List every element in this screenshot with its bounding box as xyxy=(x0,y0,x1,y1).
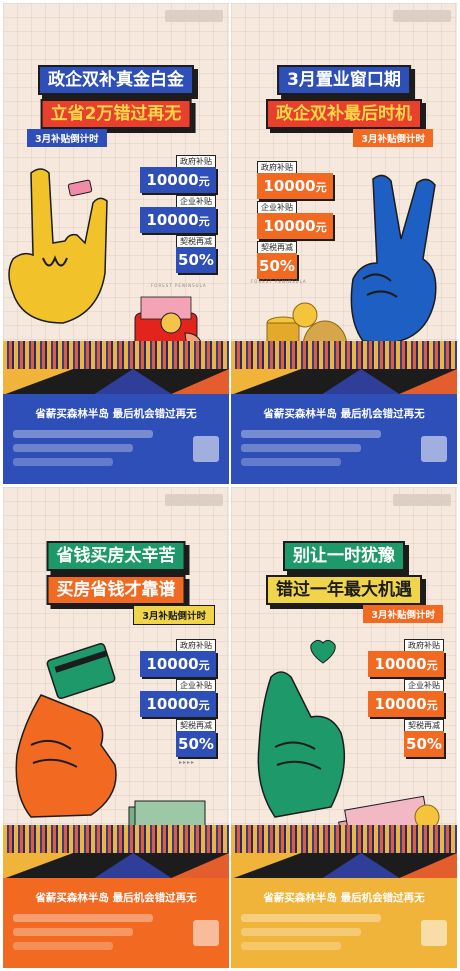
tax-discount: 契税再减 50% xyxy=(140,719,216,759)
corp-subsidy: 企业补贴 10000元 xyxy=(368,679,444,719)
amount-value: 50% xyxy=(176,247,216,273)
decor-band xyxy=(231,369,457,395)
headline-secondary: 立省2万错过再无 xyxy=(40,99,192,129)
headline-secondary: 错过一年最大机遇 xyxy=(266,575,422,605)
decor-stripe xyxy=(231,825,457,853)
headline-primary: 别让一时犹豫 xyxy=(283,541,405,571)
corp-subsidy: 企业补贴 10000元 xyxy=(257,201,333,241)
qr-code xyxy=(193,436,219,462)
footer: 省薪买森林半岛 最后机会错过再无 xyxy=(231,394,457,484)
footer: 省薪买森林半岛 最后机会错过再无 xyxy=(3,394,229,484)
countdown-subtitle: 3月补贴倒计时 xyxy=(353,129,433,147)
qr-code xyxy=(193,920,219,946)
decor-stripe xyxy=(231,341,457,369)
footer-tagline: 省薪买森林半岛 最后机会错过再无 xyxy=(35,408,197,420)
qr-code xyxy=(421,920,447,946)
decor-band xyxy=(231,853,457,879)
gov-subsidy: 政府补贴 10000元 xyxy=(140,639,216,679)
amount-value: 10000元 xyxy=(140,207,216,233)
logo xyxy=(393,494,451,506)
decor-stripe xyxy=(3,825,229,853)
tax-discount: 契税再减 50% xyxy=(368,719,444,759)
decor-stripe xyxy=(3,341,229,369)
corp-subsidy: 企业补贴 10000元 xyxy=(140,195,216,235)
footer: 省薪买森林半岛 最后机会错过再无 xyxy=(231,878,457,968)
tax-discount: 契税再减 50% xyxy=(140,235,216,275)
logo xyxy=(165,494,223,506)
cash-icon xyxy=(67,179,93,197)
headline-primary: 3月置业窗口期 xyxy=(277,65,411,95)
gov-subsidy: 政府补贴 10000元 xyxy=(140,155,216,195)
footer-tagline: 省薪买森林半岛 最后机会错过再无 xyxy=(35,892,197,904)
footer-tagline: 省薪买森林半岛 最后机会错过再无 xyxy=(263,892,425,904)
footer: 省薪买森林半岛 最后机会错过再无 xyxy=(3,878,229,968)
poster-3: 省钱买房太辛苦 买房省钱才靠谱 3月补贴倒计时 政府补贴 10000元 企业补贴… xyxy=(3,487,229,968)
tax-discount: 契税再减 50% xyxy=(257,241,333,281)
countdown-subtitle: 3月补贴倒计时 xyxy=(27,129,107,147)
countdown-subtitle: 3月补贴倒计时 xyxy=(133,605,215,625)
brand-small: FOREST PENINSULA xyxy=(251,279,307,284)
corp-subsidy: 企业补贴 10000元 xyxy=(140,679,216,719)
footer-tagline: 省薪买森林半岛 最后机会错过再无 xyxy=(263,408,425,420)
headline-primary: 省钱买房太辛苦 xyxy=(46,541,186,571)
gov-subsidy: 政府补贴 10000元 xyxy=(257,161,333,201)
decor-band xyxy=(3,853,229,879)
poster-2: 3月置业窗口期 政企双补最后时机 3月补贴倒计时 政府补贴 10000元 企业补… xyxy=(231,3,457,484)
headline-secondary: 买房省钱才靠谱 xyxy=(46,575,186,605)
qr-code xyxy=(421,436,447,462)
poster-1: 政企双补真金白金 立省2万错过再无 3月补贴倒计时 政府补贴 10000元 企业… xyxy=(3,3,229,484)
arrow-decor: ▸▸▸▸ xyxy=(179,759,196,766)
headline-secondary: 政企双补最后时机 xyxy=(266,99,422,129)
logo xyxy=(165,10,223,22)
amount-value: 10000元 xyxy=(140,167,216,193)
logo xyxy=(393,10,451,22)
decor-band xyxy=(3,369,229,395)
brand-small: FOREST PENINSULA xyxy=(151,283,207,288)
countdown-subtitle: 3月补贴倒计时 xyxy=(363,605,443,623)
poster-4: 别让一时犹豫 错过一年最大机遇 3月补贴倒计时 政府补贴 10000元 企业补贴… xyxy=(231,487,457,968)
headline-primary: 政企双补真金白金 xyxy=(38,65,194,95)
gov-subsidy: 政府补贴 10000元 xyxy=(368,639,444,679)
